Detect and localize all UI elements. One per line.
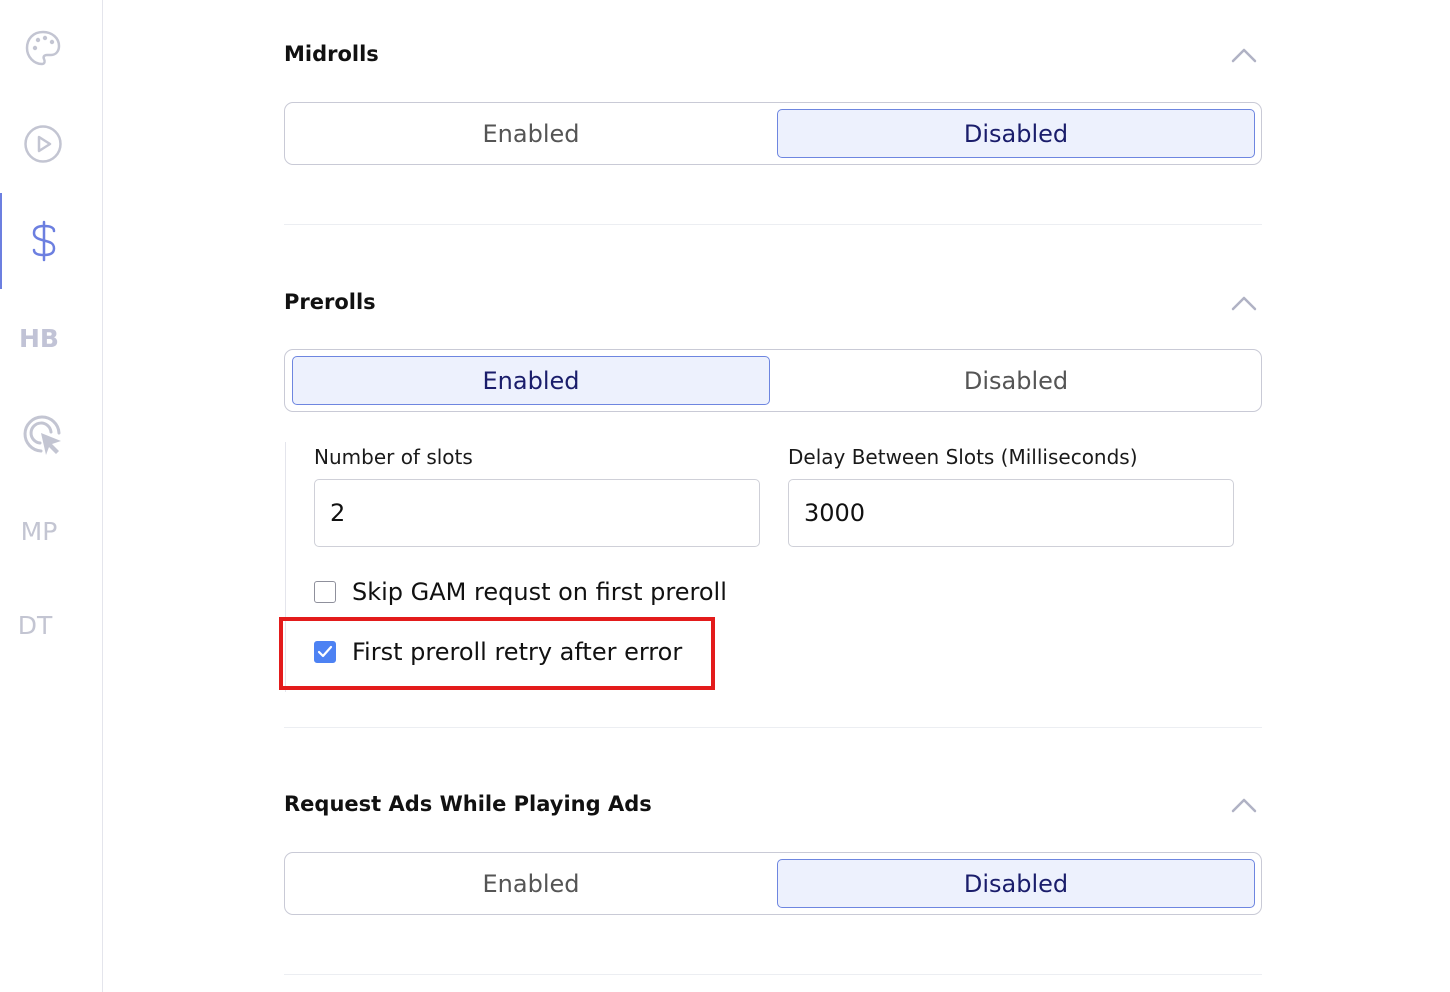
prerolls-title: Prerolls xyxy=(284,290,376,314)
request-ads-enabled-button[interactable]: Enabled xyxy=(292,859,770,908)
play-circle-icon xyxy=(24,125,62,163)
chevron-up-icon[interactable] xyxy=(1230,796,1258,814)
dt-icon: DT xyxy=(17,610,53,640)
request-ads-toggle: Enabled Disabled xyxy=(284,852,1262,915)
sidebar-item-monetization[interactable] xyxy=(0,193,102,289)
request-ads-title: Request Ads While Playing Ads xyxy=(284,792,652,816)
skip-gam-checkbox-row[interactable]: Skip GAM requst on first preroll xyxy=(314,578,727,606)
sidebar-item-targeting[interactable] xyxy=(0,387,102,483)
palette-icon xyxy=(25,30,61,66)
prerolls-enabled-button[interactable]: Enabled xyxy=(292,356,770,405)
section-divider xyxy=(284,974,1262,975)
cursor-target-icon xyxy=(23,415,61,455)
midrolls-disabled-button[interactable]: Disabled xyxy=(777,109,1255,158)
hb-icon: HB xyxy=(19,323,59,353)
sidebar-item-player[interactable] xyxy=(0,96,102,192)
sidebar-item-palette[interactable] xyxy=(0,0,102,96)
prerolls-disabled-button[interactable]: Disabled xyxy=(777,356,1255,405)
sidebar-item-dt[interactable]: DT xyxy=(0,577,102,673)
chevron-up-icon[interactable] xyxy=(1230,46,1258,64)
midrolls-toggle: Enabled Disabled xyxy=(284,102,1262,165)
highlight-annotation xyxy=(279,617,715,690)
section-divider xyxy=(284,727,1262,728)
section-divider xyxy=(284,224,1262,225)
chevron-up-icon[interactable] xyxy=(1230,294,1258,312)
sidebar: HB MP DT xyxy=(0,0,103,992)
sidebar-item-hb[interactable]: HB xyxy=(0,290,102,386)
skip-gam-label: Skip GAM requst on first preroll xyxy=(352,578,727,606)
request-ads-disabled-button[interactable]: Disabled xyxy=(777,859,1255,908)
slots-input[interactable]: 2 xyxy=(314,479,760,547)
prerolls-toggle: Enabled Disabled xyxy=(284,349,1262,412)
sidebar-item-mp[interactable]: MP xyxy=(0,483,102,579)
midrolls-enabled-button[interactable]: Enabled xyxy=(292,109,770,158)
mp-icon: MP xyxy=(20,516,58,546)
slots-label: Number of slots xyxy=(314,445,473,469)
delay-label: Delay Between Slots (Milliseconds) xyxy=(788,445,1138,469)
midrolls-title: Midrolls xyxy=(284,42,379,66)
skip-gam-checkbox[interactable] xyxy=(314,581,336,603)
dollar-icon xyxy=(32,220,56,262)
delay-input[interactable]: 3000 xyxy=(788,479,1234,547)
